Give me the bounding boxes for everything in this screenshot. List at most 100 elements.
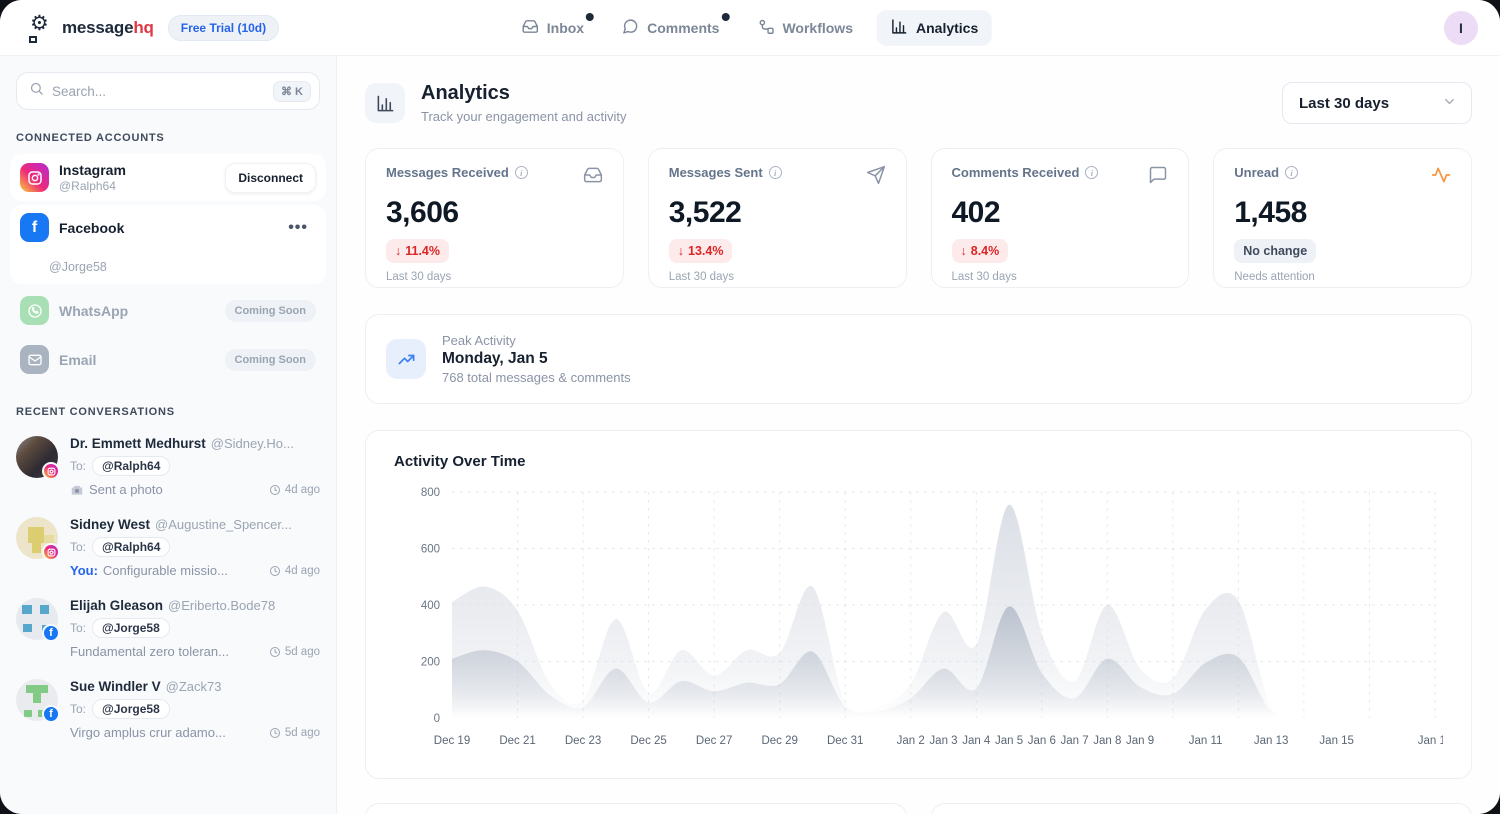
svg-text:Jan 7: Jan 7 [1060,735,1088,747]
svg-text:Jan 11: Jan 11 [1189,735,1223,747]
conversation-item[interactable]: f Elijah Gleason@Eriberto.Bode78 To:@Jor… [14,588,322,669]
svg-text:Jan 15: Jan 15 [1319,735,1354,747]
svg-text:Jan 9: Jan 9 [1126,735,1154,747]
to-handle-pill: @Jorge58 [92,618,170,638]
search-box[interactable]: ⌘ K [16,72,320,110]
peak-activity-label: Peak Activity [442,333,631,348]
top-bar: ⚙ messagehq Free Trial (10d) Inbox Comme… [0,0,1500,56]
svg-text:800: 800 [421,487,440,499]
bar-chart-icon [891,18,908,38]
unread-dot [721,13,729,21]
envelope-icon [20,345,49,374]
activity-chart-card: Activity Over Time 0200400600800Dec 19De… [365,430,1472,779]
main-nav: Inbox Comments Workflows Analytics [508,10,992,46]
svg-text:0: 0 [434,713,440,725]
info-icon[interactable]: i [769,166,782,179]
app-logo[interactable]: ⚙ messagehq [26,11,154,45]
date-range-value: Last 30 days [1299,95,1389,112]
svg-text:400: 400 [421,600,440,612]
search-input[interactable] [52,84,265,99]
stat-footnote: Last 30 days [386,271,603,283]
instagram-badge-icon [42,462,60,480]
date-range-select[interactable]: Last 30 days [1282,82,1472,124]
stat-footnote: Last 30 days [952,271,1169,283]
info-icon[interactable]: i [1085,166,1098,179]
app-window: ⚙ messagehq Free Trial (10d) Inbox Comme… [0,0,1500,814]
svg-text:Dec 19: Dec 19 [434,735,470,747]
nav-tab-inbox[interactable]: Inbox [508,10,598,46]
to-label: To: [70,621,86,635]
message-preview: Virgo amplus crur adamo... [70,725,263,740]
conversation-name: Dr. Emmett Medhurst [70,436,206,451]
facebook-badge-icon: f [42,705,60,723]
to-label: To: [70,540,86,554]
info-icon[interactable]: i [1285,166,1298,179]
gear-flow-logo-icon: ⚙ [26,11,56,45]
brand-name: messagehq [62,18,154,38]
conversation-name: Sidney West [70,517,150,532]
stat-value: 3,522 [669,196,886,230]
stat-label: Messages Received [386,165,509,180]
trending-up-icon [386,339,426,379]
account-handle: @Jorge58 [20,252,316,276]
conversation-name: Sue Windler V [70,679,161,694]
change-badge: No change [1234,239,1316,263]
conversation-handle: @Sidney.Ho... [211,436,294,451]
svg-text:Jan 4: Jan 4 [962,735,991,747]
coming-soon-badge: Coming Soon [225,300,317,322]
next-section-card [931,803,1473,814]
instagram-badge-icon [42,543,60,561]
account-row-instagram[interactable]: Instagram @Ralph64 Disconnect [10,154,326,201]
peak-activity-card: Peak Activity Monday, Jan 5 768 total me… [365,314,1472,404]
conversation-item[interactable]: Dr. Emmett Medhurst@Sidney.Ho... To:@Ral… [14,426,322,507]
chart-title: Activity Over Time [394,453,1443,470]
timestamp: 5d ago [269,646,320,658]
send-icon [866,165,886,190]
stat-card-unread: Unreadi 1,458 No change Needs attention [1213,148,1472,288]
stat-card-messages-sent: Messages Senti 3,522 ↓13.4% Last 30 days [648,148,907,288]
conversation-handle: @Eriberto.Bode78 [168,598,275,613]
whatsapp-icon [20,296,49,325]
svg-text:Dec 31: Dec 31 [827,735,863,747]
user-avatar[interactable]: I [1444,11,1478,45]
change-badge: ↓8.4% [952,239,1009,263]
inbox-icon [583,165,603,190]
account-menu-button[interactable]: ••• [280,215,316,241]
nav-label: Inbox [547,20,584,36]
stat-card-messages-received: Messages Receivedi 3,606 ↓11.4% Last 30 … [365,148,624,288]
stat-card-comments-received: Comments Receivedi 402 ↓8.4% Last 30 day… [931,148,1190,288]
conversation-item[interactable]: f Sue Windler V@Zack73 To:@Jorge58 Virgo… [14,669,322,750]
stat-value: 3,606 [386,196,603,230]
conversation-name: Elijah Gleason [70,598,163,613]
info-icon[interactable]: i [515,166,528,179]
account-row-facebook[interactable]: f Facebook ••• @Jorge58 [10,205,326,284]
comment-bubble-icon [622,18,639,38]
connected-accounts-heading: CONNECTED ACCOUNTS [0,118,336,150]
nav-tab-analytics[interactable]: Analytics [877,10,992,46]
activity-pulse-icon [1431,165,1451,190]
search-icon [29,81,44,101]
message-preview: Sent a photo [70,482,263,497]
you-prefix: You: [70,563,98,578]
page-subtitle: Track your engagement and activity [421,109,626,124]
search-shortcut-kbd: ⌘ K [273,81,311,102]
svg-text:Dec 27: Dec 27 [696,735,732,747]
nav-tab-comments[interactable]: Comments [608,10,733,46]
nav-tab-workflows[interactable]: Workflows [743,10,867,46]
message-preview: You:Configurable missio... [70,563,263,578]
camera-icon [70,483,84,497]
svg-text:Jan 8: Jan 8 [1093,735,1121,747]
svg-text:Jan 2: Jan 2 [897,735,925,747]
to-label: To: [70,702,86,716]
timestamp: 4d ago [269,565,320,577]
arrow-down-icon: ↓ [678,244,684,258]
account-name: WhatsApp [59,303,215,319]
account-name: Facebook [59,220,270,236]
facebook-icon: f [20,213,49,242]
svg-text:Jan 5: Jan 5 [995,735,1023,747]
conversation-item[interactable]: Sidney West@Augustine_Spencer... To:@Ral… [14,507,322,588]
disconnect-button[interactable]: Disconnect [225,163,316,193]
coming-soon-badge: Coming Soon [225,349,317,371]
change-badge: ↓13.4% [669,239,733,263]
svg-text:Dec 29: Dec 29 [761,735,797,747]
